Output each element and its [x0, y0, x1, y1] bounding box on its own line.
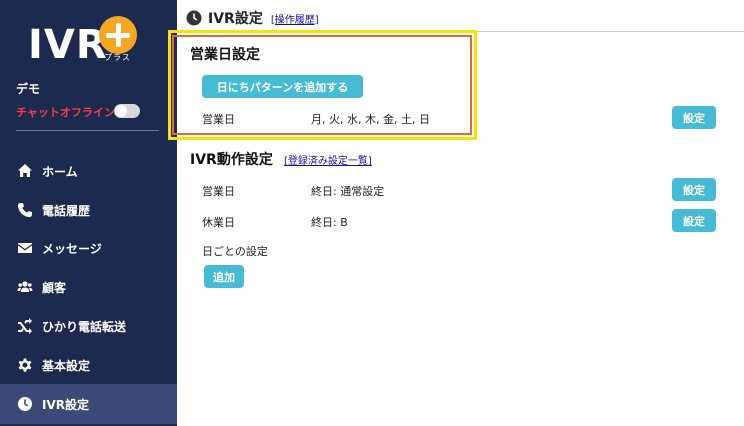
business-day-weekdays: 月, 火, 水, 木, 金, 土, 日: [311, 113, 430, 126]
sidebar-item-label: IVR設定: [42, 397, 89, 412]
daily-settings-label: 日ごとの設定: [202, 245, 268, 258]
sidebar: IVR プラス デモ チャットオフライン ホーム 電話履歴 メッセージ 顧客 ひ…: [0, 0, 177, 426]
ivr-row-value: 終日: B: [311, 216, 348, 229]
gear-icon: [16, 356, 34, 374]
logo-subtext: プラス: [104, 53, 131, 62]
sidebar-item-hikari-forwarding[interactable]: ひかり電話転送: [0, 306, 177, 346]
add-daily-setting-button[interactable]: 追加: [204, 265, 244, 288]
logo-text: IVR: [28, 22, 108, 68]
business-day-label: 営業日: [202, 113, 235, 126]
home-icon: [16, 162, 34, 180]
sidebar-item-label: 顧客: [42, 280, 67, 295]
business-day-settings-title: 営業日設定: [190, 47, 260, 63]
sidebar-item-label: 電話履歴: [42, 203, 91, 218]
sidebar-item-messages[interactable]: メッセージ: [0, 228, 177, 268]
chat-status-label: チャットオフライン: [16, 106, 115, 119]
ivr-holiday-settings-button[interactable]: 設定: [672, 209, 716, 232]
sidebar-item-label: ホーム: [42, 164, 78, 179]
sidebar-item-call-history[interactable]: 電話履歴: [0, 190, 177, 230]
ivr-row-value: 終日: 通常設定: [311, 185, 385, 198]
sidebar-item-label: ひかり電話転送: [42, 319, 127, 334]
clock-icon: [16, 395, 34, 413]
plus-icon: [99, 16, 137, 54]
operation-history-link[interactable]: [操作履歴]: [271, 11, 319, 26]
page-title: IVR設定: [208, 11, 263, 27]
ivr-row-label: 営業日: [202, 185, 235, 198]
sidebar-item-label: 基本設定: [42, 358, 91, 373]
users-icon: [16, 278, 34, 296]
ivr-action-settings-title: IVR動作設定: [190, 152, 273, 168]
business-day-settings-button[interactable]: 設定: [672, 106, 716, 129]
sidebar-divider: [16, 130, 159, 131]
chat-status-toggle[interactable]: [114, 104, 140, 118]
registered-settings-list-link[interactable]: [登録済み設定一覧]: [284, 152, 372, 167]
sidebar-item-ivr-settings[interactable]: IVR設定: [0, 384, 177, 424]
add-day-pattern-button[interactable]: 日にちパターンを追加する: [202, 75, 363, 98]
sidebar-item-label: メッセージ: [42, 241, 102, 256]
envelope-icon: [16, 239, 34, 257]
ivr-row-label: 休業日: [202, 216, 235, 229]
sidebar-item-basic-settings[interactable]: 基本設定: [0, 345, 177, 385]
ivr-business-day-settings-button[interactable]: 設定: [672, 178, 716, 201]
sidebar-item-home[interactable]: ホーム: [0, 151, 177, 191]
page-header: IVR設定 [操作履歴]: [186, 8, 319, 28]
clock-icon: [186, 10, 202, 26]
ivr-plus-logo[interactable]: IVR プラス: [28, 16, 143, 68]
user-name: デモ: [16, 82, 41, 96]
sidebar-item-customers[interactable]: 顧客: [0, 267, 177, 307]
shuffle-icon: [16, 317, 34, 335]
phone-icon: [16, 201, 34, 219]
